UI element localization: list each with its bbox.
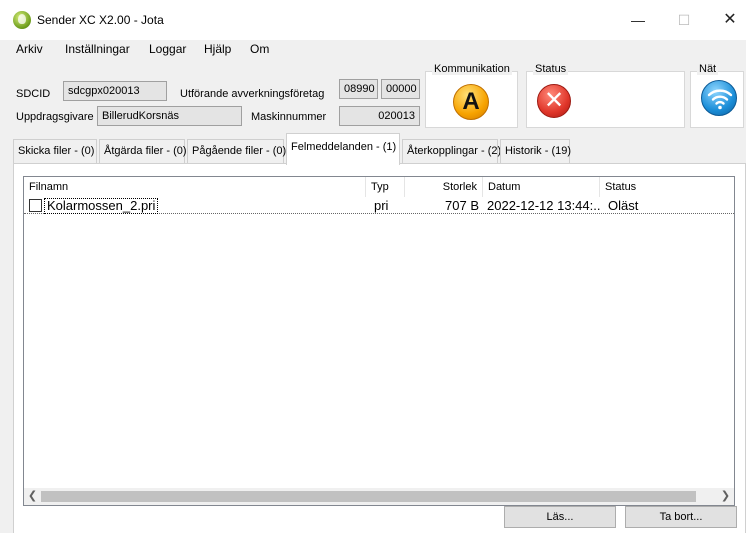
- status-group: Status ✕: [526, 63, 685, 128]
- row-datum: 2022-12-12 13:44:...: [487, 198, 600, 213]
- menu-arkiv[interactable]: Arkiv: [16, 42, 43, 56]
- menu-om[interactable]: Om: [250, 42, 269, 56]
- utforande-field-1: 08990: [339, 79, 378, 99]
- tab-panel: Filnamn Typ Storlek Datum Status Kolarmo…: [13, 163, 746, 533]
- title-bar: Sender XC X2.00 - Jota — ☐ ✕: [0, 0, 746, 40]
- window-title: Sender XC X2.00 - Jota: [37, 13, 164, 27]
- utforande-label: Utförande avverkningsföretag: [180, 88, 325, 100]
- maskinnummer-field: 020013: [339, 106, 420, 126]
- column-header-storlek[interactable]: Storlek: [405, 177, 483, 197]
- tab-pagaende-filer[interactable]: Pågående filer - (0): [187, 139, 286, 163]
- minimize-button[interactable]: —: [615, 6, 661, 34]
- sdcid-label: SDCID: [16, 88, 51, 100]
- kommunikation-group: Kommunikation A: [425, 63, 518, 128]
- nat-title: Nät: [697, 63, 719, 75]
- column-header-filnamn[interactable]: Filnamn: [24, 177, 366, 197]
- client-area: SDCID sdcgpx020013 Utförande avverknings…: [0, 60, 746, 533]
- close-button[interactable]: ✕: [707, 6, 746, 34]
- uppdragsgivare-label: Uppdragsgivare: [16, 111, 94, 123]
- scroll-thumb[interactable]: [41, 491, 696, 502]
- uppdragsgivare-field: BillerudKorsnäs: [97, 106, 242, 126]
- table-row[interactable]: Kolarmossen_2.pri pri 707 B 2022-12-12 1…: [24, 198, 734, 214]
- file-list[interactable]: Filnamn Typ Storlek Datum Status Kolarmo…: [23, 176, 735, 506]
- menu-hjalp[interactable]: Hjälp: [204, 42, 231, 56]
- column-header-status[interactable]: Status: [600, 177, 734, 197]
- sdcid-field: sdcgpx020013: [63, 81, 167, 101]
- tab-felmeddelanden[interactable]: Felmeddelanden - (1): [286, 133, 400, 165]
- error-x-icon: ✕: [537, 84, 571, 118]
- horizontal-scrollbar[interactable]: ❮ ❯: [24, 488, 734, 505]
- kommunikation-title: Kommunikation: [432, 63, 512, 75]
- row-typ: pri: [374, 198, 389, 213]
- scroll-right-icon[interactable]: ❯: [717, 488, 734, 505]
- column-header-typ[interactable]: Typ: [366, 177, 405, 197]
- maximize-button[interactable]: ☐: [661, 6, 707, 34]
- menu-installningar[interactable]: Inställningar: [65, 42, 130, 56]
- row-storlek: 707 B: [445, 198, 479, 213]
- scroll-left-icon[interactable]: ❮: [24, 488, 41, 505]
- tab-aterkopplingar[interactable]: Återkopplingar - (2): [402, 139, 501, 163]
- alert-a-icon: A: [453, 84, 489, 120]
- las-button[interactable]: Läs...: [504, 506, 616, 528]
- utforande-field-2: 00000: [381, 79, 420, 99]
- tab-historik[interactable]: Historik - (19): [500, 139, 571, 163]
- ta-bort-button[interactable]: Ta bort...: [625, 506, 737, 528]
- menu-loggar[interactable]: Loggar: [149, 42, 186, 56]
- row-status: Oläst: [608, 198, 639, 213]
- wifi-icon: [701, 80, 737, 116]
- tab-skicka-filer[interactable]: Skicka filer - (0): [13, 139, 97, 163]
- row-checkbox[interactable]: [29, 199, 42, 212]
- row-filnamn: Kolarmossen_2.pri: [44, 198, 159, 214]
- app-logo-icon: [13, 11, 31, 29]
- status-title: Status: [533, 63, 569, 75]
- tab-atgarda-filer[interactable]: Åtgärda filer - (0): [99, 139, 187, 163]
- menu-bar: Arkiv Inställningar Loggar Hjälp Om: [0, 40, 746, 60]
- column-header-datum[interactable]: Datum: [483, 177, 600, 197]
- nat-group: Nät: [690, 63, 744, 128]
- maskinnummer-label: Maskinnummer: [251, 111, 327, 123]
